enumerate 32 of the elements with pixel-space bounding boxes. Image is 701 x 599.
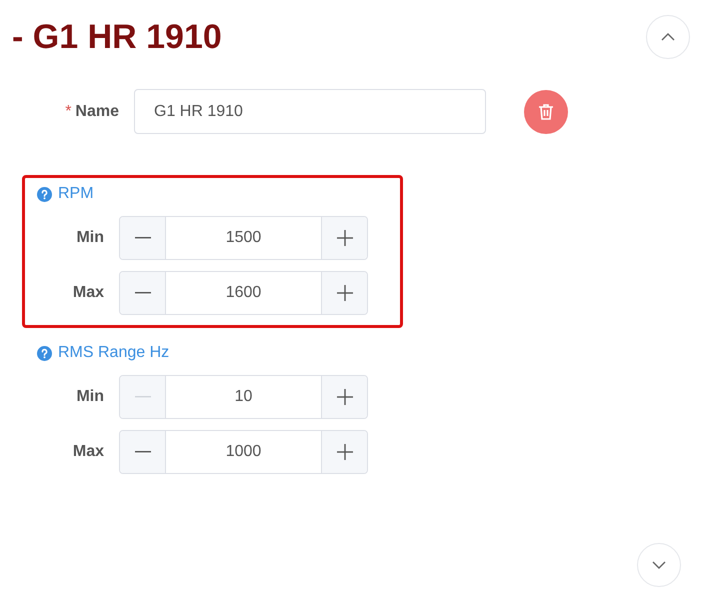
collapse-button[interactable] xyxy=(646,15,690,59)
decrement-button[interactable] xyxy=(120,272,166,314)
increment-button[interactable] xyxy=(321,217,367,259)
number-stepper[interactable]: 1600 xyxy=(119,271,368,315)
group-label: RPM xyxy=(58,184,94,204)
increment-button[interactable] xyxy=(321,376,367,418)
help-icon[interactable] xyxy=(37,346,52,360)
number-stepper[interactable]: 1000 xyxy=(119,430,368,474)
expand-button[interactable] xyxy=(637,543,681,587)
group-label: RMS Range Hz xyxy=(58,343,170,363)
increment-button[interactable] xyxy=(321,431,367,473)
chevron-down-icon xyxy=(652,561,666,569)
decrement-button[interactable] xyxy=(120,431,166,473)
plus-icon xyxy=(336,285,352,301)
field-label: Min xyxy=(75,387,105,407)
decrement-button[interactable] xyxy=(120,217,166,259)
number-stepper[interactable]: 10 xyxy=(119,375,368,419)
increment-button[interactable] xyxy=(321,272,367,314)
field-label: Max xyxy=(72,442,105,462)
chevron-up-icon xyxy=(661,33,675,41)
number-stepper[interactable]: 1500 xyxy=(119,216,368,260)
trash-icon xyxy=(539,104,553,120)
field-label: Max xyxy=(72,283,105,303)
name-input[interactable]: G1 HR 1910 xyxy=(134,89,486,134)
field-label: * Name xyxy=(64,102,120,122)
plus-icon xyxy=(336,444,352,460)
field-label: Min xyxy=(75,228,105,248)
plus-icon xyxy=(336,230,352,246)
plus-icon xyxy=(336,389,352,405)
help-icon[interactable] xyxy=(37,186,52,202)
delete-button[interactable] xyxy=(524,90,568,134)
page-title: - G1 HR 1910 xyxy=(12,17,222,58)
